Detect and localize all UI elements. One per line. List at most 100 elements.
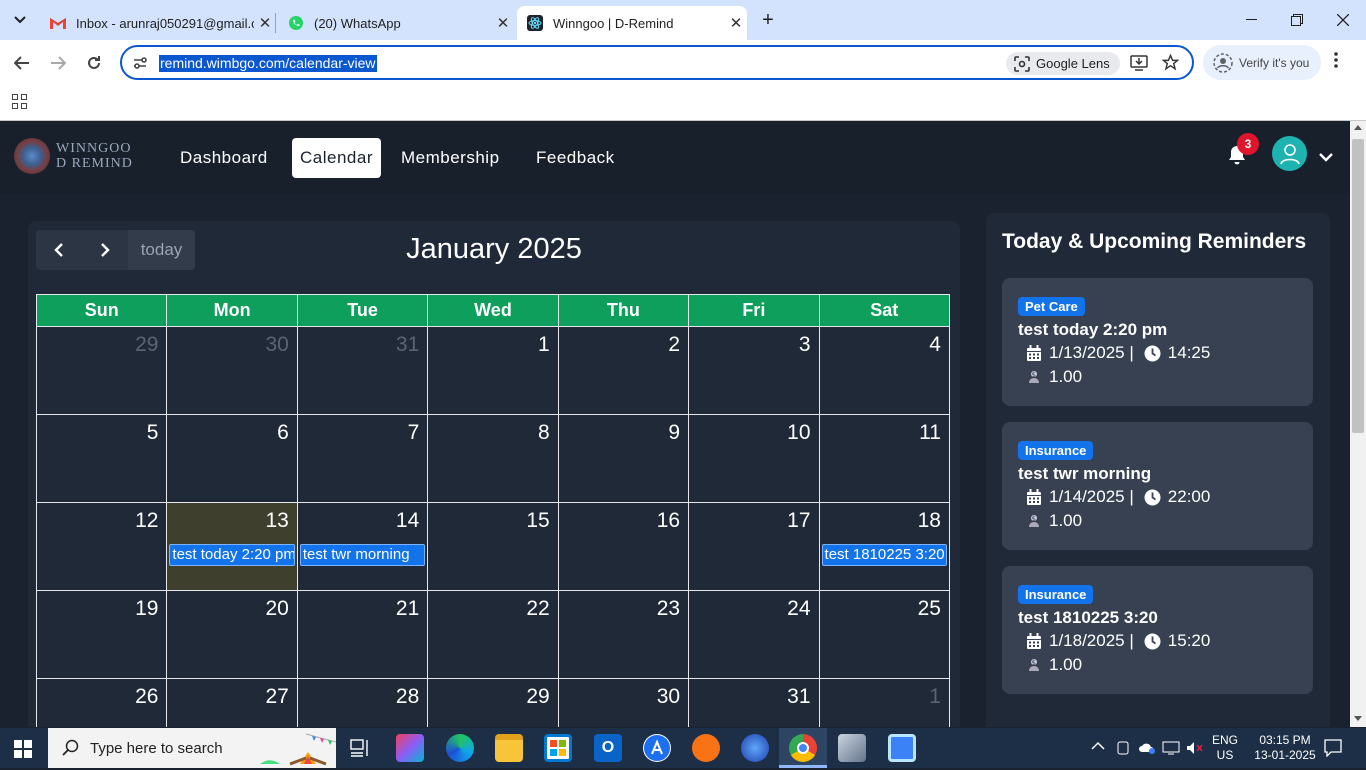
task-view-icon[interactable]: [350, 739, 370, 762]
day-number[interactable]: 10: [787, 421, 810, 445]
day-cell[interactable]: 15: [428, 503, 559, 591]
notification-center-icon[interactable]: [1324, 739, 1342, 760]
tray-onedrive-icon[interactable]: [1138, 741, 1156, 758]
day-cell[interactable]: 24: [689, 591, 820, 679]
logo-text[interactable]: WINNGOO D REMIND: [56, 141, 133, 171]
day-cell[interactable]: 30: [559, 679, 690, 727]
day-cell[interactable]: 9: [558, 415, 690, 503]
day-cell[interactable]: 18 test 1810225 3:20: [819, 503, 950, 591]
nav-calendar[interactable]: Calendar: [292, 138, 381, 178]
day-number[interactable]: 1: [929, 685, 941, 709]
day-cell[interactable]: 4: [819, 327, 950, 415]
calendar-event[interactable]: test today 2:20 pm: [169, 544, 295, 566]
day-number[interactable]: 7: [408, 421, 420, 445]
scroll-up-arrow-icon[interactable]: [1354, 125, 1362, 130]
notepad-icon[interactable]: [838, 734, 866, 762]
tab-close-icon[interactable]: ✕: [725, 14, 747, 32]
day-number[interactable]: 20: [265, 597, 288, 621]
calendar-event[interactable]: test twr morning: [299, 544, 426, 566]
day-number[interactable]: 4: [929, 333, 941, 357]
tab-search-button[interactable]: [6, 7, 34, 33]
day-number[interactable]: 13: [265, 509, 288, 533]
apps-grid-icon[interactable]: [12, 94, 27, 114]
taskbar-search-box[interactable]: Type here to search: [48, 728, 337, 768]
day-cell-today[interactable]: 13 test today 2:20 pm: [167, 503, 298, 591]
bookmark-star-icon[interactable]: [1161, 53, 1180, 76]
minimize-button[interactable]: [1228, 0, 1274, 40]
day-number[interactable]: 18: [918, 509, 941, 533]
nav-dashboard[interactable]: Dashboard: [172, 138, 276, 178]
calendar-event[interactable]: test 1810225 3:20: [821, 544, 947, 566]
day-cell[interactable]: 5: [37, 415, 168, 503]
pen-app-icon[interactable]: [692, 734, 720, 762]
day-number[interactable]: 26: [135, 685, 158, 709]
day-cell[interactable]: 11: [819, 415, 950, 503]
day-number[interactable]: 14: [396, 509, 419, 533]
copilot-icon[interactable]: [396, 734, 424, 762]
google-lens-button[interactable]: Google Lens: [1006, 52, 1120, 75]
day-cell[interactable]: 17: [689, 503, 820, 591]
app-store-icon[interactable]: [643, 734, 671, 762]
day-cell[interactable]: 29: [428, 679, 559, 727]
windows-start-icon[interactable]: [14, 740, 32, 763]
nav-membership[interactable]: Membership: [393, 138, 508, 178]
day-number[interactable]: 8: [538, 421, 550, 445]
day-number[interactable]: 29: [526, 685, 549, 709]
reminder-card[interactable]: Insurance test twr morning 1/14/2025 | 2…: [1002, 422, 1313, 550]
day-cell[interactable]: 6: [167, 415, 298, 503]
day-number[interactable]: 12: [135, 509, 158, 533]
day-number[interactable]: 2: [668, 333, 680, 357]
thunderbird-icon[interactable]: [741, 734, 769, 762]
scrollbar-thumb[interactable]: [1352, 139, 1364, 433]
address-bar[interactable]: remind.wimbgo.com/calendar-view Google L…: [120, 45, 1194, 80]
forward-button[interactable]: [43, 48, 73, 78]
tab-gmail[interactable]: Inbox - arunraj050291@gmail.c ✕: [40, 6, 276, 40]
day-number[interactable]: 24: [787, 597, 810, 621]
chrome-taskbar-button[interactable]: [779, 728, 827, 768]
page-scrollbar[interactable]: [1350, 121, 1366, 727]
user-menu-chevron-icon[interactable]: [1318, 149, 1334, 167]
day-cell[interactable]: 28: [298, 679, 429, 727]
logo-globe-icon[interactable]: [14, 138, 50, 174]
close-window-button[interactable]: [1320, 0, 1366, 40]
day-number[interactable]: 16: [657, 509, 680, 533]
day-cell[interactable]: 31: [689, 679, 820, 727]
day-cell[interactable]: 19: [37, 591, 168, 679]
day-number[interactable]: 9: [668, 421, 680, 445]
remote-desktop-icon[interactable]: [888, 734, 916, 762]
language-indicator[interactable]: ENG US: [1212, 733, 1238, 763]
day-number[interactable]: 11: [919, 421, 941, 445]
day-cell[interactable]: 25: [819, 591, 950, 679]
day-cell[interactable]: 2: [558, 327, 690, 415]
site-info-icon[interactable]: [132, 55, 148, 76]
restore-button[interactable]: [1274, 0, 1320, 40]
day-number[interactable]: 29: [135, 333, 158, 357]
install-app-icon[interactable]: [1130, 54, 1148, 76]
day-number[interactable]: 6: [277, 421, 289, 445]
day-cell[interactable]: 31: [297, 327, 429, 415]
day-cell[interactable]: 14 test twr morning: [297, 503, 429, 591]
day-number[interactable]: 3: [799, 333, 811, 357]
scroll-down-arrow-icon[interactable]: [1354, 716, 1362, 721]
microsoft-store-icon[interactable]: [544, 734, 572, 762]
day-number[interactable]: 5: [147, 421, 159, 445]
day-cell[interactable]: 27: [167, 679, 298, 727]
day-cell[interactable]: 29: [37, 327, 168, 415]
user-avatar[interactable]: [1272, 136, 1307, 171]
reminder-card[interactable]: Pet Care test today 2:20 pm 1/13/2025 | …: [1002, 278, 1313, 406]
tab-close-icon[interactable]: ✕: [492, 14, 514, 32]
browser-menu-icon[interactable]: [1334, 52, 1338, 73]
verify-identity-button[interactable]: Verify it's you: [1203, 45, 1321, 80]
edge-icon[interactable]: [446, 734, 474, 762]
reminder-card[interactable]: Insurance test 1810225 3:20 1/18/2025 | …: [1002, 566, 1313, 694]
url-text[interactable]: remind.wimbgo.com/calendar-view: [159, 55, 377, 72]
day-cell[interactable]: 10: [689, 415, 820, 503]
tray-volume-muted-icon[interactable]: [1186, 741, 1204, 758]
day-number[interactable]: 15: [526, 509, 549, 533]
day-number[interactable]: 30: [657, 685, 680, 709]
day-number[interactable]: 22: [526, 597, 549, 621]
nav-feedback[interactable]: Feedback: [528, 138, 623, 178]
day-number[interactable]: 23: [657, 597, 680, 621]
day-cell[interactable]: 12: [37, 503, 168, 591]
day-number[interactable]: 21: [396, 597, 419, 621]
